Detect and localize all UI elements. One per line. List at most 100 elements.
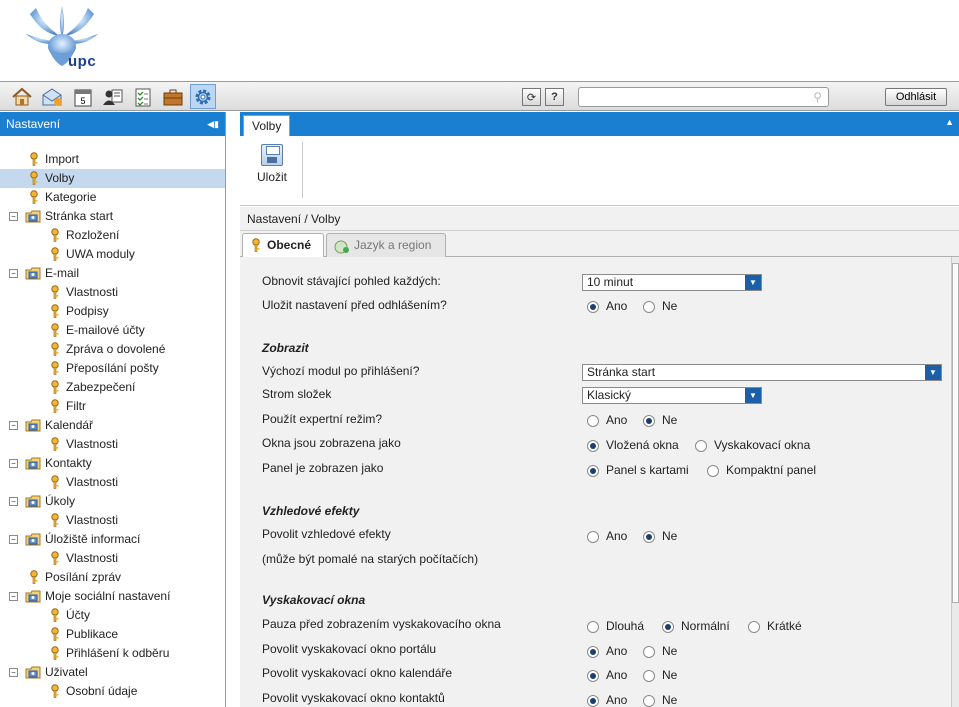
radio-icon[interactable] [695,439,707,452]
sidebar-item[interactable]: E-mailové účty [0,321,225,340]
tree-collapse-icon[interactable]: − [9,459,18,468]
maximize-icon[interactable]: ▲ [945,117,954,127]
radio-icon[interactable] [587,620,599,633]
save-settings-yes[interactable]: Ano [587,299,627,313]
tab-general[interactable]: Obecné [242,233,324,258]
windows-popup[interactable]: Vyskakovací okna [695,438,810,452]
sidebar-item[interactable]: Filtr [0,397,225,416]
folder-tree-select[interactable]: Klasický ▼ [582,387,762,404]
logout-button[interactable]: Odhlásit [885,88,947,106]
key-icon [49,475,61,490]
radio-selected-icon[interactable] [587,645,599,658]
sidebar-item[interactable]: Posílání zpráv [0,568,225,587]
sidebar-item[interactable]: − Uživatel [0,663,225,682]
radio-icon[interactable] [587,530,599,543]
radio-icon[interactable] [643,694,655,707]
tree-collapse-icon[interactable]: − [9,535,18,544]
sidebar-item[interactable]: Vlastnosti [0,549,225,568]
save-settings-no[interactable]: Ne [643,299,677,313]
sidebar-item[interactable]: − Úložiště informací [0,530,225,549]
sidebar-item[interactable]: Zpráva o dovolené [0,340,225,359]
default-module-select[interactable]: Stránka start ▼ [582,364,942,381]
panel-compact[interactable]: Kompaktní panel [707,463,816,477]
windows-embedded[interactable]: Vložená okna [587,438,679,452]
radio-selected-icon[interactable] [587,439,599,452]
sidebar-item[interactable]: − Moje sociální nastavení [0,587,225,606]
pause-normal[interactable]: Normální [662,619,730,633]
radio-selected-icon[interactable] [587,464,599,477]
home-icon[interactable] [9,84,35,109]
help-icon[interactable]: ? [545,88,564,106]
radio-selected-icon[interactable] [587,300,599,313]
popup-calendar-yes[interactable]: Ano [587,668,627,682]
radio-icon[interactable] [707,464,719,477]
sidebar-item[interactable]: − E-mail [0,264,225,283]
radio-icon[interactable] [643,669,655,682]
tree-collapse-icon[interactable]: − [9,668,18,677]
form-scrollbar[interactable] [951,257,959,707]
pause-short[interactable]: Krátké [748,619,802,633]
popup-contacts-no[interactable]: Ne [643,693,677,707]
radio-selected-icon[interactable] [643,530,655,543]
radio-selected-icon[interactable] [643,414,655,427]
effects-no[interactable]: Ne [643,529,677,543]
sidebar-item[interactable]: Vlastnosti [0,435,225,454]
tasks-icon[interactable] [130,84,156,109]
sidebar-item[interactable]: Účty [0,606,225,625]
sidebar-item[interactable]: − Úkoly [0,492,225,511]
refresh-interval-select[interactable]: 10 minut ▼ [582,274,762,291]
tree-collapse-icon[interactable]: − [9,212,18,221]
sidebar-item[interactable]: UWA moduly [0,245,225,264]
popup-contacts-yes[interactable]: Ano [587,693,627,707]
sidebar-item[interactable]: Vlastnosti [0,283,225,302]
save-button[interactable]: Uložit [254,144,290,184]
tab-volby[interactable]: Volby [243,115,291,137]
radio-icon[interactable] [748,620,760,633]
sidebar-item[interactable]: Vlastnosti [0,511,225,530]
sidebar-item[interactable]: Osobní údaje [0,682,225,701]
sidebar-item[interactable]: Rozložení [0,226,225,245]
contacts-icon[interactable] [100,84,126,109]
sidebar-item[interactable]: Kategorie [0,188,225,207]
tree-collapse-icon[interactable]: − [9,592,18,601]
expert-mode-no[interactable]: Ne [643,413,677,427]
scrollbar-thumb[interactable] [952,263,959,603]
radio-icon[interactable] [643,300,655,313]
radio-selected-icon[interactable] [587,669,599,682]
sidebar-item[interactable]: Zabezpečení [0,378,225,397]
sidebar-item[interactable]: Publikace [0,625,225,644]
popup-portal-yes[interactable]: Ano [587,644,627,658]
tree-collapse-icon[interactable]: − [9,497,18,506]
pause-long[interactable]: Dlouhá [587,619,644,633]
radio-selected-icon[interactable] [587,694,599,707]
sidebar-item[interactable]: Volby [0,169,225,188]
sidebar-item[interactable]: Import [0,150,225,169]
settings-gear-icon[interactable] [190,84,216,109]
radio-selected-icon[interactable] [662,620,674,633]
refresh-icon[interactable]: ⟳ [522,88,541,106]
key-icon [49,228,61,243]
mail-icon[interactable] [39,84,65,109]
popup-calendar-no[interactable]: Ne [643,668,677,682]
radio-icon[interactable] [643,645,655,658]
sidebar-item[interactable]: Přihlášení k odběru [0,644,225,663]
expert-mode-yes[interactable]: Ano [587,413,627,427]
sidebar-item-label: Vlastnosti [66,285,119,299]
collapse-sidebar-icon[interactable]: ◀▮ [207,112,219,136]
search-input[interactable]: ⚲ [578,87,829,107]
popup-portal-no[interactable]: Ne [643,644,677,658]
sidebar-item[interactable]: − Kontakty [0,454,225,473]
sidebar-item[interactable]: Vlastnosti [0,473,225,492]
calendar-icon[interactable]: 5 [70,84,96,109]
tree-collapse-icon[interactable]: − [9,421,18,430]
effects-yes[interactable]: Ano [587,529,627,543]
radio-icon[interactable] [587,414,599,427]
panel-tabs[interactable]: Panel s kartami [587,463,689,477]
sidebar-item[interactable]: − Stránka start [0,207,225,226]
briefcase-icon[interactable] [160,84,186,109]
tab-language-region[interactable]: Jazyk a region [326,233,446,258]
tree-collapse-icon[interactable]: − [9,269,18,278]
sidebar-item[interactable]: Přeposílání pošty [0,359,225,378]
sidebar-item[interactable]: Podpisy [0,302,225,321]
sidebar-item[interactable]: − Kalendář [0,416,225,435]
